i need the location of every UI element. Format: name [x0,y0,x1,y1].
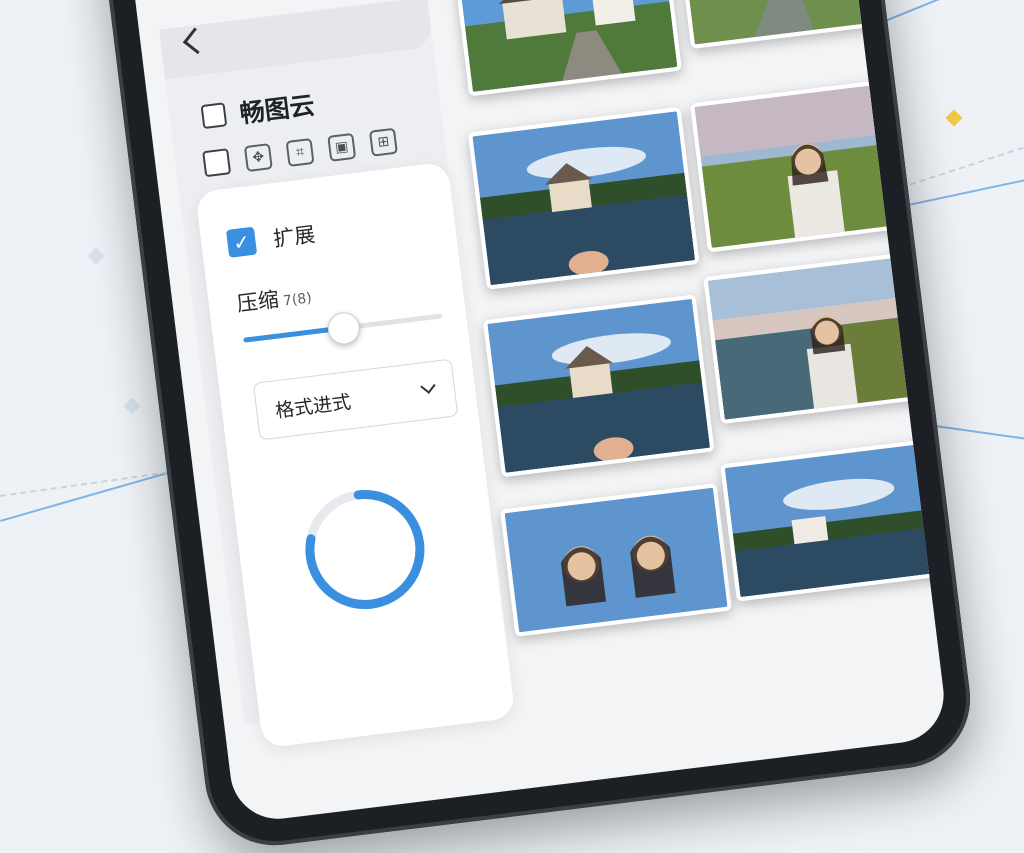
compress-slider-track[interactable] [243,310,443,347]
photo-woman-lake [707,256,920,420]
tool-checkbox[interactable] [202,148,232,178]
photo-thumbnail[interactable] [454,0,682,97]
progress-ring [305,490,425,610]
check-icon: ✓ [231,229,252,256]
progress-ring-track [305,490,425,610]
photo-lake-house [724,443,940,598]
deco-diamond [945,109,963,127]
photo-thumbnail[interactable] [703,252,924,425]
app-title: 畅图云 [238,90,317,129]
extend-label: 扩展 [271,222,317,252]
panel-header [159,0,434,80]
select-all-checkbox[interactable] [200,102,228,130]
deco-diamond [123,397,141,415]
format-select-value: 格式进式 [274,390,353,422]
photo-house-road [458,0,678,92]
deco-diamond [87,247,105,265]
photo-thumbnail[interactable] [467,106,700,290]
title-row: 畅图云 [200,86,317,136]
progress-ring-arc [305,490,425,610]
photo-thumbnail[interactable] [500,483,733,637]
photo-two-women [504,487,728,633]
photo-thumbnail[interactable] [678,0,882,49]
chevron-down-icon [420,378,436,394]
tool-row: ✥ ⌗ ▣ ⊞ [202,127,398,178]
back-arrow-icon[interactable] [182,27,210,55]
grid-icon[interactable]: ⊞ [368,127,398,157]
photo-thumbnail[interactable] [689,78,911,253]
phone-screen: 畅图云 ✥ ⌗ ▣ ⊞ ✓ 扩展 压缩 7(8) 格式进式 [120,0,950,825]
photo-woman-field [694,83,907,248]
photo-field-path [683,0,878,45]
extend-checkbox[interactable]: ✓ [225,226,258,258]
photo-lake-house [472,111,696,286]
compress-label-row: 压缩 7(8) [235,279,313,318]
photo-lake-house [487,298,711,473]
settings-card: ✓ 扩展 压缩 7(8) 格式进式 [195,161,516,749]
settings-panel: 畅图云 ✥ ⌗ ▣ ⊞ ✓ 扩展 压缩 7(8) 格式进式 [159,0,516,749]
photo-thumbnail[interactable] [482,294,715,478]
photo-thumbnail[interactable] [720,439,944,602]
compress-label: 压缩 [235,287,281,317]
extend-row: ✓ 扩展 [225,218,317,259]
format-select[interactable]: 格式进式 [252,358,459,441]
frame-icon[interactable]: ▣ [327,132,357,162]
compress-value-glyph: (8) [290,290,313,309]
phone-frame: 畅图云 ✥ ⌗ ▣ ⊞ ✓ 扩展 压缩 7(8) 格式进式 [91,0,979,853]
crop-icon[interactable]: ⌗ [285,137,315,167]
image-adjust-icon[interactable]: ✥ [243,143,273,173]
compress-slider-thumb[interactable] [325,310,362,347]
